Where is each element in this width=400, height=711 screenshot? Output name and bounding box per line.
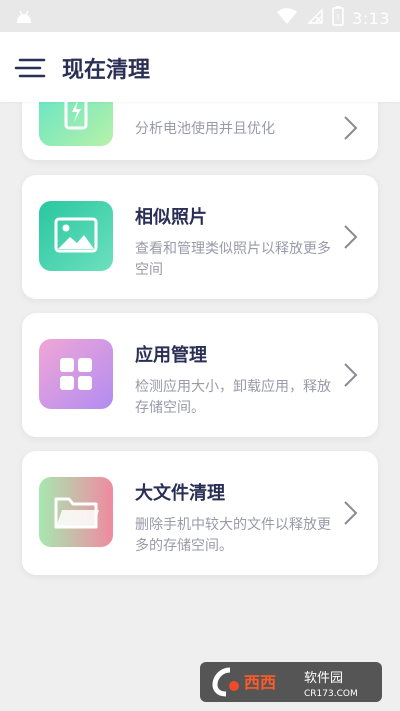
card-title: 应用管理 [135,345,207,366]
chevron-right-icon [340,499,360,527]
card-large-file-cleanup[interactable]: 大文件清理 删除手机中较大的文件以释放更多的存储空间。 [22,451,378,575]
card-title: 相似照片 [135,207,207,228]
card-app-management[interactable]: 应用管理 检测应用大小，卸载应用，释放存储空间。 [22,313,378,437]
status-bar: ! 3:13 [0,0,400,32]
folder-icon [39,477,113,547]
wifi-icon [276,7,298,29]
card-description: 查看和管理类似照片以释放更多空间 [135,241,331,278]
chevron-right-icon [340,361,360,389]
card-description: 分析电池使用并且优化 [135,121,275,137]
menu-icon[interactable] [14,56,46,80]
photo-icon [39,201,113,271]
svg-text:!: ! [336,13,339,22]
page-title: 现在清理 [62,58,151,83]
svg-text:CR173.COM: CR173.COM [304,689,358,699]
card-battery-optimize[interactable]: 分析电池使用并且优化 [22,102,378,160]
battery-icon: ! [332,6,344,30]
app-bar: 现在清理 [0,32,400,102]
chevron-right-icon [340,114,360,142]
card-similar-photos[interactable]: 相似照片 查看和管理类似照片以释放更多空间 [22,175,378,299]
svg-text:软件园: 软件园 [304,671,343,686]
card-description: 检测应用大小，卸载应用，释放存储空间。 [135,379,331,416]
battery-optimize-icon [39,102,113,146]
feature-list: 分析电池使用并且优化 相似照片 查看和管理类似照片以释放更多空间 应用管理 检测… [0,102,400,711]
watermark-logo: 西西 软件园 CR173.COM [200,660,382,704]
svg-text:西西: 西西 [244,673,276,692]
chevron-right-icon [340,223,360,251]
app-grid-icon [39,339,113,409]
status-time: 3:13 [352,8,390,28]
card-description: 删除手机中较大的文件以释放更多的存储空间。 [135,517,331,554]
android-icon [14,8,34,28]
card-title: 大文件清理 [135,483,225,504]
no-sim-icon [306,7,324,29]
